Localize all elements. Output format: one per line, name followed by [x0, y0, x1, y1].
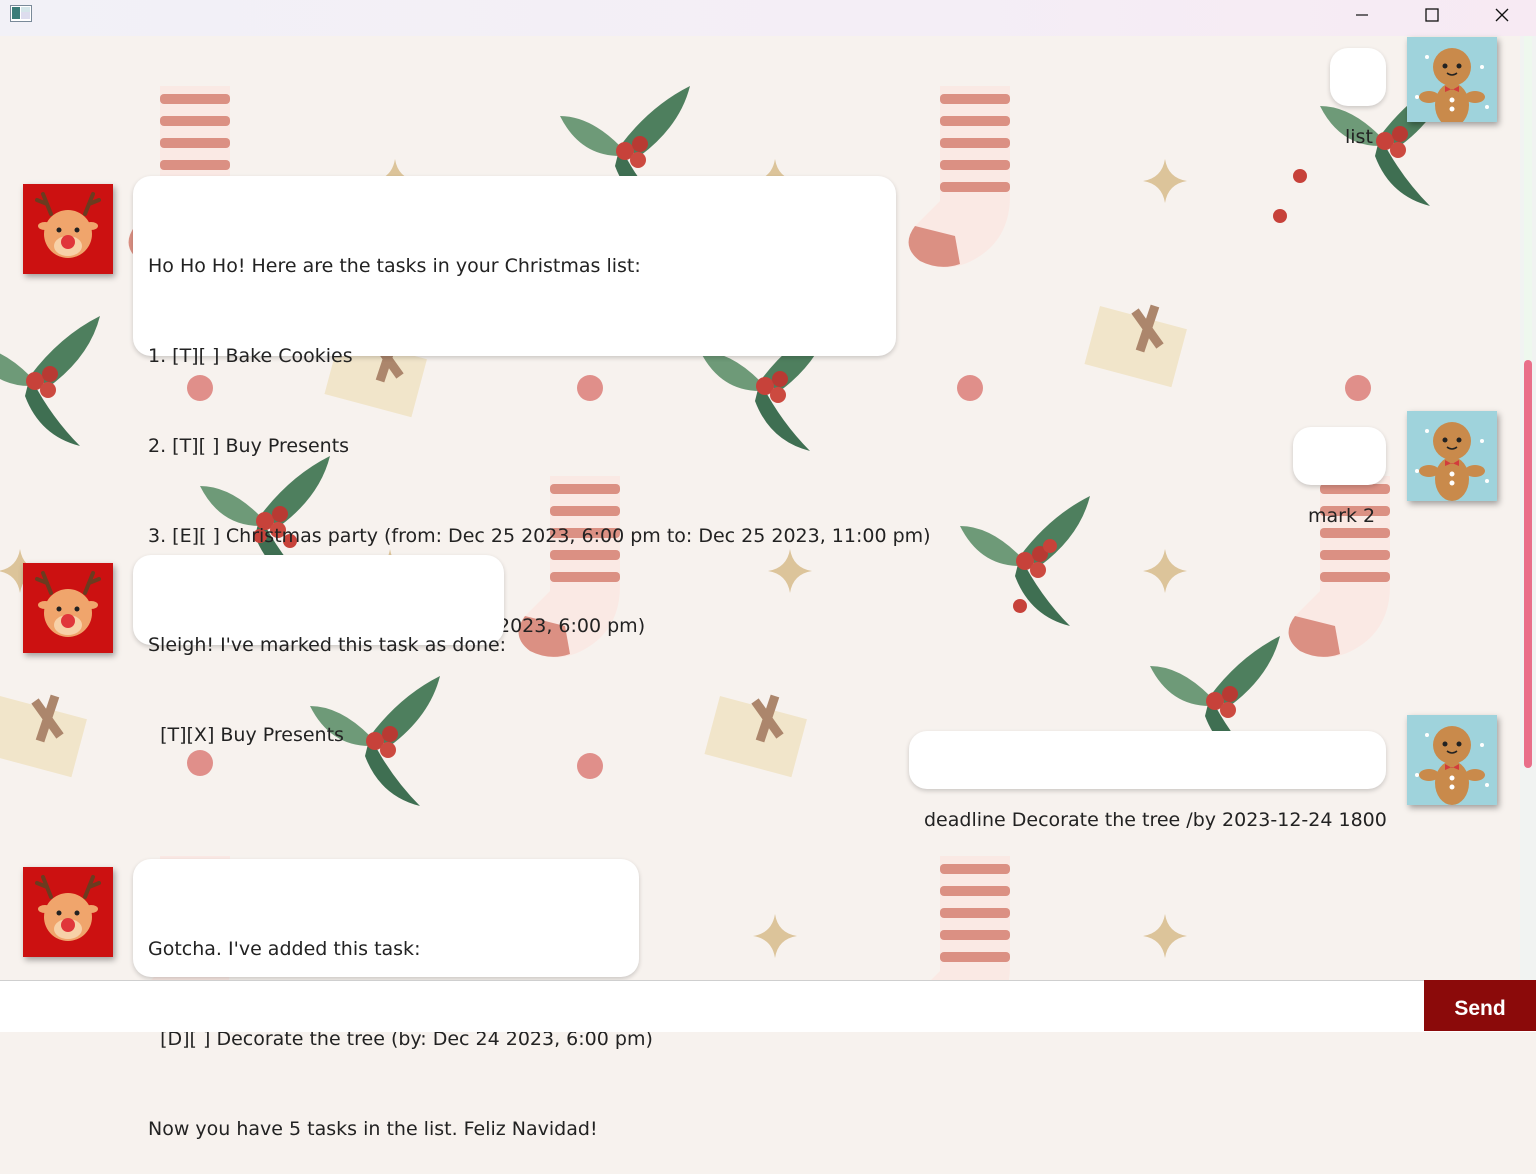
reindeer-avatar: [23, 563, 113, 653]
reindeer-avatar: [23, 184, 113, 274]
user-message-bubble: mark 2: [1293, 427, 1386, 527]
scrollbar-thumb[interactable]: [1524, 360, 1532, 768]
bot-message-bubble: Ho Ho Ho! Here are the tasks in your Chr…: [133, 176, 931, 637]
gingerbread-icon: [1407, 37, 1497, 122]
close-icon: [1495, 8, 1509, 22]
scroll-track: [1524, 36, 1532, 360]
gingerbread-avatar: [1407, 411, 1497, 501]
message-input[interactable]: [0, 981, 1422, 1031]
user-message-bubble: list: [1330, 48, 1386, 148]
reindeer-icon: [23, 563, 113, 653]
gingerbread-avatar: [1407, 715, 1497, 805]
message-line: Ho Ho Ho! Here are the tasks in your Chr…: [148, 255, 641, 277]
maximize-button[interactable]: [1397, 0, 1467, 30]
gingerbread-icon: [1407, 411, 1497, 501]
title-bar: [0, 0, 1536, 36]
gingerbread-icon: [1407, 715, 1497, 805]
minimize-icon: [1356, 14, 1368, 16]
send-button[interactable]: Send: [1424, 980, 1536, 1031]
message-line: 2. [T][ ] Buy Presents: [148, 435, 350, 457]
message-line: list: [1345, 126, 1373, 148]
user-message-bubble: deadline Decorate the tree /by 2023-12-2…: [909, 731, 1387, 831]
reindeer-icon: [23, 184, 113, 274]
message-line: 3. [E][ ] Christmas party (from: Dec 25 …: [148, 525, 931, 547]
app-icon: [10, 5, 32, 22]
bot-message-bubble: Sleigh! I've marked this task as done: […: [133, 555, 506, 746]
maximize-icon: [1425, 8, 1439, 22]
message-line: 1. [T][ ] Bake Cookies: [148, 345, 353, 367]
message-line: mark 2: [1308, 505, 1376, 527]
message-line: Sleigh! I've marked this task as done:: [148, 634, 507, 656]
message-line: Gotcha. I've added this task:: [148, 938, 421, 960]
minimize-button[interactable]: [1327, 0, 1397, 30]
bot-message-bubble: Gotcha. I've added this task: [D][ ] Dec…: [133, 859, 653, 1140]
message-line: Now you have 5 tasks in the list. Feliz …: [148, 1118, 598, 1140]
message-line: [T][X] Buy Presents: [148, 724, 344, 746]
reindeer-avatar: [23, 867, 113, 957]
reindeer-icon: [23, 867, 113, 957]
close-button[interactable]: [1467, 0, 1536, 30]
gingerbread-avatar: [1407, 37, 1497, 122]
message-line: deadline Decorate the tree /by 2023-12-2…: [924, 809, 1387, 831]
